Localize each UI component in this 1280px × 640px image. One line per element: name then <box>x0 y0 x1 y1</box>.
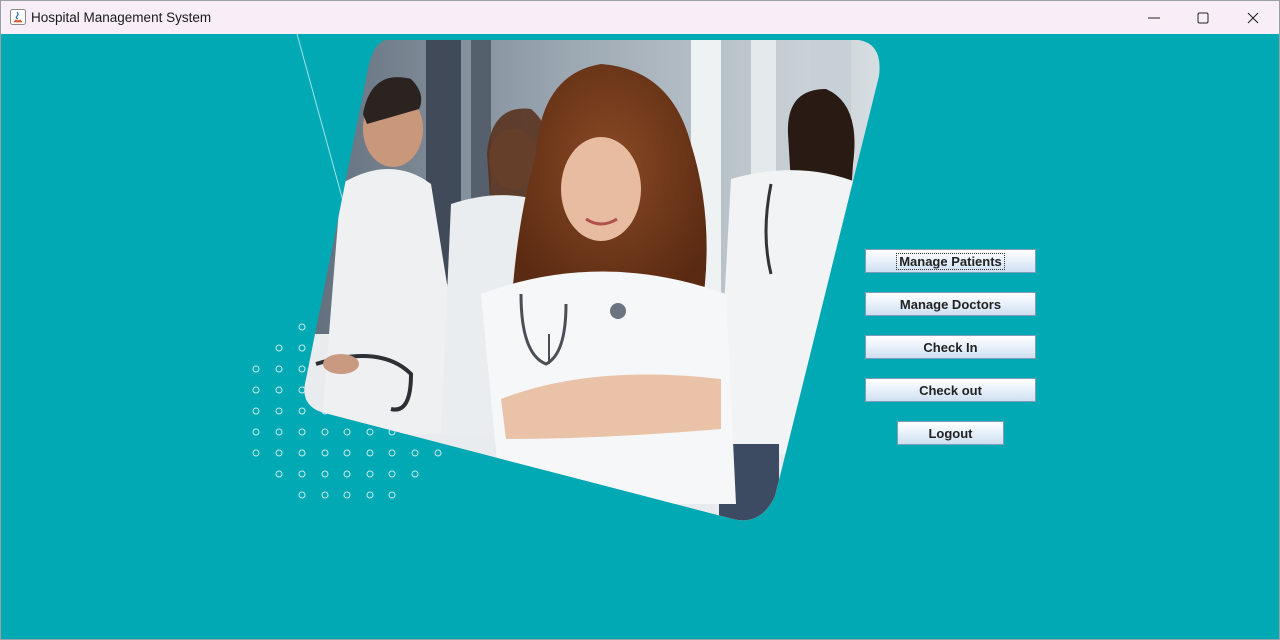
manage-patients-button[interactable]: Manage Patients <box>865 249 1036 273</box>
maximize-button[interactable] <box>1179 1 1227 34</box>
manage-patients-label: Manage Patients <box>896 252 1005 270</box>
check-out-button[interactable]: Check out <box>865 378 1036 402</box>
minimize-icon <box>1148 17 1160 18</box>
title-bar[interactable]: Hospital Management System <box>1 1 1279 34</box>
minimize-button[interactable] <box>1130 1 1178 34</box>
doctors-photo <box>252 34 880 521</box>
main-panel: Manage Patients Manage Doctors Check In … <box>1 34 1279 639</box>
manage-doctors-button[interactable]: Manage Doctors <box>865 292 1036 316</box>
maximize-icon <box>1197 12 1209 23</box>
window-title: Hospital Management System <box>31 10 212 25</box>
decor-line <box>296 34 344 202</box>
close-icon <box>1247 12 1259 23</box>
check-in-button[interactable]: Check In <box>865 335 1036 359</box>
logout-button[interactable]: Logout <box>897 421 1004 445</box>
java-app-icon <box>10 9 26 25</box>
app-window: Hospital Management System Manage Patien… <box>0 0 1280 640</box>
close-button[interactable] <box>1229 1 1277 34</box>
